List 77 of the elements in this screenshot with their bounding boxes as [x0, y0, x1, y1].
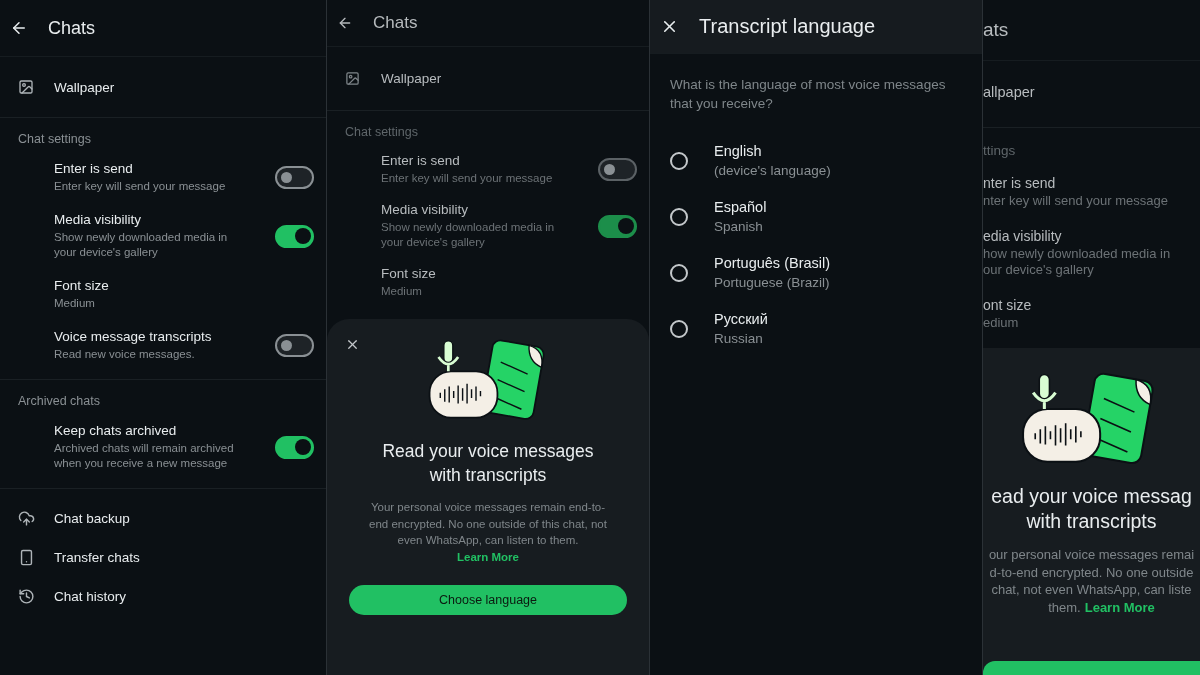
sheet-title: with transcripts: [1026, 509, 1157, 535]
close-button[interactable]: [345, 337, 360, 352]
setting-description: Enter key will send your message: [54, 179, 227, 194]
language-name: Português (Brasil): [714, 255, 832, 271]
close-icon: [345, 337, 360, 352]
section-heading: ttings: [983, 142, 1017, 160]
image-frame-icon: [345, 71, 360, 86]
image-frame-icon: [18, 79, 34, 95]
menu-item[interactable]: Chat history: [54, 589, 314, 604]
question-text: What is the language of most voice messages that you receive?: [669, 76, 947, 113]
toggle-switch[interactable]: [275, 224, 314, 248]
setting-description: how newly downloaded media in: [983, 245, 1172, 261]
setting-title: Font size: [54, 278, 110, 293]
back-button[interactable]: [337, 15, 353, 31]
sheet-description: d-to-end encrypted. No one outside: [989, 563, 1194, 582]
language-note: Spanish: [714, 218, 764, 235]
section-heading: Archived chats: [17, 393, 101, 410]
sheet-description: our personal voice messages remai: [988, 546, 1195, 564]
sheet-title: ead your voice messag: [991, 484, 1192, 510]
setting-title: edia visibility: [983, 226, 1063, 245]
screen-title: Chats: [373, 13, 418, 33]
back-button[interactable]: [10, 19, 28, 37]
language-name: Русский: [714, 311, 769, 327]
menu-item[interactable]: Transfer chats: [54, 550, 314, 565]
setting-description: Archived chats will remain archived when you receive a new message: [54, 441, 235, 471]
sheet-description: chat, not even WhatsApp, can liste: [991, 581, 1192, 599]
setting-title: Media visibility: [381, 202, 470, 217]
setting-description: Medium: [54, 296, 96, 311]
setting-title: Font size: [381, 266, 437, 281]
setting-description: Show newly downloaded media in your device's gallery: [381, 220, 556, 250]
language-name: English: [714, 143, 763, 159]
toggle-switch[interactable]: [598, 214, 637, 238]
language-note: (device's language): [714, 162, 832, 179]
setting-description: nter key will send your message: [983, 193, 1169, 209]
setting-description: Read new voice messages.: [54, 347, 196, 362]
setting-title: ont size: [983, 295, 1033, 314]
setting-title[interactable]: allpaper: [983, 83, 1200, 101]
radio-button[interactable]: [670, 208, 688, 226]
toggle-switch[interactable]: [275, 334, 314, 357]
setting-title: Enter is send: [381, 153, 461, 168]
screen-title: Chats: [48, 17, 96, 39]
radio-button[interactable]: [670, 264, 688, 282]
choose-language-button[interactable]: Choose language: [349, 585, 627, 615]
toggle-switch[interactable]: [275, 435, 314, 459]
toggle-switch[interactable]: [275, 166, 314, 189]
setting-description: our device's gallery: [983, 262, 1095, 278]
learn-more-link[interactable]: Learn More: [457, 550, 519, 563]
setting-title: Media visibility: [54, 212, 143, 227]
setting-description: Medium: [381, 284, 423, 299]
setting-title: Enter is send: [54, 161, 134, 176]
sheet-description: them.: [1048, 598, 1081, 617]
toggle-switch[interactable]: [598, 158, 637, 181]
language-name: Español: [714, 199, 768, 215]
history-icon: [18, 588, 35, 605]
setting-description: Enter key will send your message: [381, 171, 554, 186]
sheet-title: Read your voice messages with transcripts: [381, 440, 595, 487]
phone-icon: [18, 549, 35, 566]
setting-description: edium: [983, 314, 1020, 330]
setting-title: Keep chats archived: [54, 423, 178, 438]
screen-title: ats: [983, 19, 1009, 41]
language-note: Russian: [714, 330, 764, 347]
setting-title: nter is send: [983, 174, 1057, 192]
language-note: Portuguese (Brazil): [714, 274, 831, 291]
menu-item[interactable]: Chat backup: [54, 511, 314, 526]
screen-title: Transcript language: [699, 15, 876, 38]
radio-button[interactable]: [670, 320, 688, 338]
back-arrow-icon: [337, 15, 353, 31]
setting-title: Voice message transcripts: [54, 329, 213, 344]
setting-description: Show newly downloaded media in your device's gallery: [54, 230, 229, 260]
learn-more-link[interactable]: Learn More: [1084, 599, 1155, 615]
sheet-description: Your personal voice messages remain end-to-end encrypted. No one outside of this chat, not even WhatsApp, can listen to them. Learn More: [368, 500, 608, 565]
setting-title[interactable]: Wallpaper: [54, 79, 314, 95]
radio-button[interactable]: [670, 152, 688, 170]
setting-title[interactable]: Wallpaper: [381, 71, 637, 86]
cloud-upload-icon: [18, 510, 35, 527]
section-heading: Chat settings: [344, 124, 419, 141]
section-heading: Chat settings: [17, 131, 92, 148]
